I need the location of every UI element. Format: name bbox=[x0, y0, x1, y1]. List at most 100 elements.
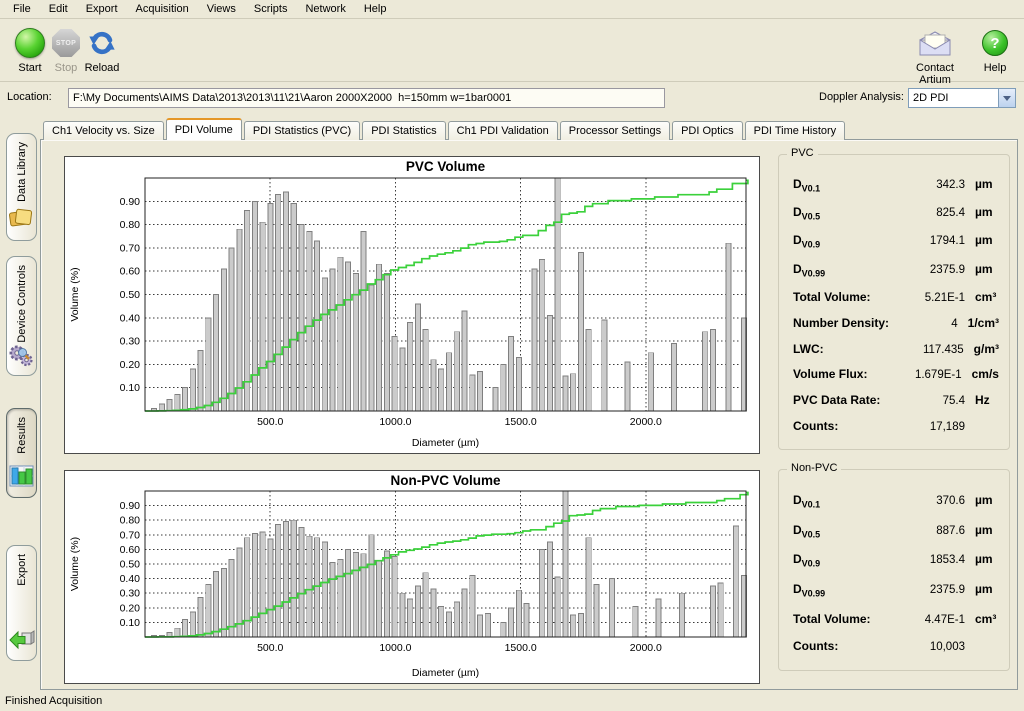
main-notebook: Ch1 Velocity vs. SizePDI VolumePDI Stati… bbox=[40, 118, 1018, 690]
menu-item-acquisition[interactable]: Acquisition bbox=[127, 1, 198, 17]
tab-pdi-time-history[interactable]: PDI Time History bbox=[745, 121, 846, 140]
svg-text:0.40: 0.40 bbox=[120, 312, 141, 324]
stat-row: Total Volume:4.47E-1cm³ bbox=[793, 612, 999, 626]
svg-text:0.10: 0.10 bbox=[120, 382, 141, 394]
envelope-icon bbox=[900, 26, 970, 60]
location-label: Location: bbox=[7, 91, 52, 103]
sidebar-item-export[interactable]: Export bbox=[6, 545, 37, 661]
stat-unit: µm bbox=[975, 233, 993, 247]
svg-text:0.80: 0.80 bbox=[120, 515, 141, 527]
tab-pdi-statistics[interactable]: PDI Statistics bbox=[362, 121, 445, 140]
help-button-label: Help bbox=[975, 62, 1015, 74]
tab-ch1-velocity-vs-size[interactable]: Ch1 Velocity vs. Size bbox=[43, 121, 164, 140]
stat-label: Counts: bbox=[793, 419, 903, 433]
toolbar: Start STOP Stop Reload Contact Artium ? … bbox=[0, 20, 1024, 82]
stat-value: 1.679E-1 bbox=[901, 369, 962, 381]
reload-icon bbox=[74, 26, 130, 60]
sidebar-item-results[interactable]: Results bbox=[6, 408, 37, 498]
svg-text:0.20: 0.20 bbox=[120, 359, 141, 371]
svg-text:Diameter (µm): Diameter (µm) bbox=[412, 667, 479, 679]
stat-label: Volume Flux: bbox=[793, 367, 901, 381]
reload-button[interactable]: Reload bbox=[74, 26, 130, 74]
menu-item-edit[interactable]: Edit bbox=[40, 1, 77, 17]
location-row: Location: Doppler Analysis: 2D PDI bbox=[0, 84, 1024, 112]
pvc-volume-chart: 0.100.200.300.400.500.600.700.800.90500.… bbox=[64, 156, 760, 454]
menu-item-views[interactable]: Views bbox=[198, 1, 245, 17]
svg-text:0.60: 0.60 bbox=[120, 544, 141, 556]
stat-value: 887.6 bbox=[903, 525, 965, 537]
stat-value: 1853.4 bbox=[903, 554, 965, 566]
contact-artium-button[interactable]: Contact Artium bbox=[900, 26, 970, 86]
svg-text:0.60: 0.60 bbox=[120, 266, 141, 278]
menu-item-network[interactable]: Network bbox=[296, 1, 354, 17]
menu-item-file[interactable]: File bbox=[4, 1, 40, 17]
svg-text:Volume (%): Volume (%) bbox=[69, 267, 81, 321]
menu-bar: FileEditExportAcquisitionViewsScriptsNet… bbox=[0, 0, 1024, 19]
menu-item-scripts[interactable]: Scripts bbox=[245, 1, 297, 17]
stat-value: 825.4 bbox=[903, 207, 965, 219]
sidebar-item-data-library[interactable]: Data Library bbox=[6, 133, 37, 241]
stat-unit: µm bbox=[975, 205, 993, 219]
stat-row: Number Density:41/cm³ bbox=[793, 316, 999, 330]
stat-value: 342.3 bbox=[903, 179, 965, 191]
svg-text:0.90: 0.90 bbox=[120, 196, 141, 208]
stat-row: PVC Data Rate:75.4Hz bbox=[793, 393, 999, 407]
tab-pdi-volume[interactable]: PDI Volume bbox=[166, 118, 242, 140]
sidebar-item-label: Results bbox=[16, 417, 28, 454]
tab-pdi-statistics-pvc[interactable]: PDI Statistics (PVC) bbox=[244, 121, 360, 140]
stat-value: 4.47E-1 bbox=[903, 614, 965, 626]
tab-processor-settings[interactable]: Processor Settings bbox=[560, 121, 670, 140]
stat-row: DV0.5825.4µm bbox=[793, 205, 999, 221]
svg-text:0.20: 0.20 bbox=[120, 602, 141, 614]
svg-text:0.40: 0.40 bbox=[120, 573, 141, 585]
doppler-analysis-label: Doppler Analysis: bbox=[796, 91, 904, 103]
tab-ch1-pdi-validation[interactable]: Ch1 PDI Validation bbox=[448, 121, 558, 140]
svg-text:0.80: 0.80 bbox=[120, 219, 141, 231]
tab-pdi-optics[interactable]: PDI Optics bbox=[672, 121, 743, 140]
svg-text:1500.0: 1500.0 bbox=[505, 416, 537, 428]
svg-text:0.50: 0.50 bbox=[120, 559, 141, 571]
stat-row: DV0.992375.9µm bbox=[793, 262, 999, 278]
stat-row: Counts:17,189 bbox=[793, 419, 999, 433]
svg-text:2000.0: 2000.0 bbox=[630, 416, 662, 428]
stat-row: DV0.1342.3µm bbox=[793, 177, 999, 193]
svg-text:Non-PVC Volume: Non-PVC Volume bbox=[390, 473, 500, 488]
gears-icon bbox=[8, 343, 35, 372]
contact-artium-label: Contact Artium bbox=[900, 62, 970, 86]
export-arrow-icon bbox=[8, 627, 35, 654]
stat-label: Counts: bbox=[793, 639, 903, 653]
svg-text:0.70: 0.70 bbox=[120, 529, 141, 541]
location-input[interactable] bbox=[68, 88, 665, 108]
sidebar-item-device-controls[interactable]: Device Controls bbox=[6, 256, 37, 376]
stat-unit: µm bbox=[975, 177, 993, 191]
menu-item-help[interactable]: Help bbox=[355, 1, 396, 17]
menu-item-export[interactable]: Export bbox=[77, 1, 127, 17]
stat-row: DV0.5887.6µm bbox=[793, 523, 999, 539]
stat-value: 5.21E-1 bbox=[903, 292, 965, 304]
sidebar-item-label: Export bbox=[16, 554, 28, 586]
stat-value: 2375.9 bbox=[903, 264, 965, 276]
results-content: 0.100.200.300.400.500.600.700.800.90500.… bbox=[40, 139, 1018, 690]
stat-label: PVC Data Rate: bbox=[793, 393, 903, 407]
stat-unit: µm bbox=[975, 582, 993, 596]
nonpvc-volume-chart: 0.100.200.300.400.500.600.700.800.90500.… bbox=[64, 470, 760, 684]
stat-label: DV0.9 bbox=[793, 552, 903, 568]
sidebar-item-label: Data Library bbox=[16, 142, 28, 202]
stat-value: 1794.1 bbox=[903, 235, 965, 247]
stat-label: DV0.1 bbox=[793, 493, 903, 509]
stat-unit: Hz bbox=[975, 393, 990, 407]
svg-text:PVC Volume: PVC Volume bbox=[406, 159, 486, 174]
svg-text:500.0: 500.0 bbox=[257, 416, 283, 428]
doppler-analysis-select[interactable]: 2D PDI bbox=[908, 88, 1016, 108]
stat-label: DV0.99 bbox=[793, 262, 903, 278]
pvc-stats-title: PVC bbox=[787, 147, 818, 159]
svg-text:500.0: 500.0 bbox=[257, 642, 283, 654]
stat-unit: cm³ bbox=[975, 612, 996, 626]
chevron-down-icon[interactable] bbox=[998, 89, 1015, 107]
nonpvc-stats-panel: Non-PVC DV0.1370.6µmDV0.5887.6µmDV0.9185… bbox=[778, 469, 1010, 671]
stat-unit: g/m³ bbox=[974, 342, 999, 356]
help-button[interactable]: ? Help bbox=[975, 26, 1015, 74]
results-chart-icon bbox=[8, 464, 35, 491]
stat-row: LWC:117.435g/m³ bbox=[793, 342, 999, 356]
svg-text:0.70: 0.70 bbox=[120, 242, 141, 254]
